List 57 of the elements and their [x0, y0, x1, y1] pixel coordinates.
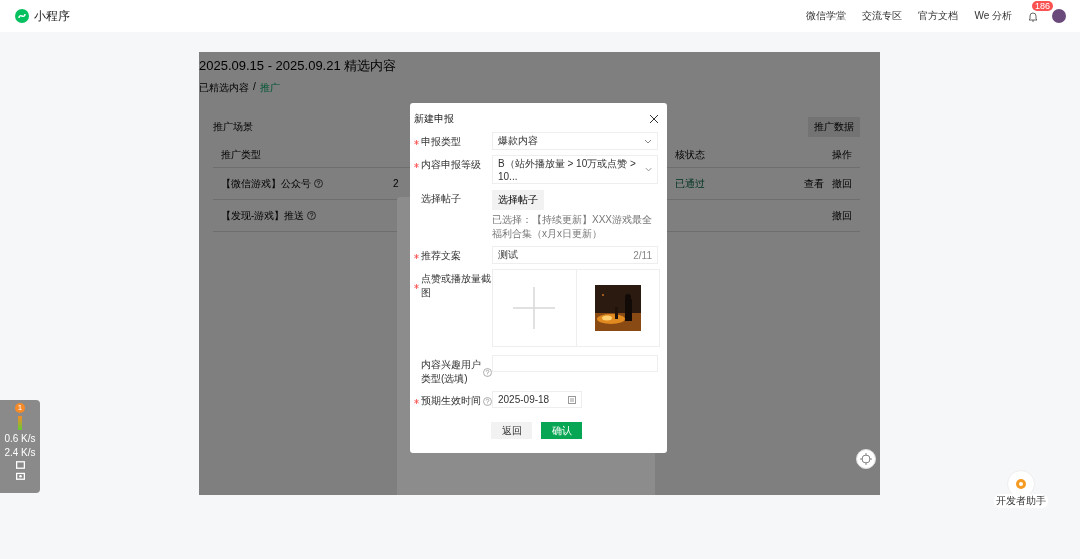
- nav-link[interactable]: We 分析: [974, 9, 1012, 23]
- image-icon[interactable]: [15, 461, 25, 469]
- logo-icon: [15, 9, 29, 23]
- dialog-title: 新建申报: [414, 112, 454, 126]
- calendar-icon: [568, 395, 576, 404]
- selected-hint: 已选择：【持续更新】XXX游戏最全福利合集（x月x日更新）: [492, 213, 653, 241]
- field-label: 内容申报等级: [421, 158, 481, 172]
- assistant-label: 开发者助手: [994, 494, 1048, 508]
- field-label: 点赞或播放量截图: [421, 272, 492, 300]
- field-label: 内容兴趣用户类型(选填): [421, 358, 481, 386]
- action-link[interactable]: 撤回: [832, 209, 852, 221]
- alert-badge: 1: [15, 403, 25, 413]
- column-header: 核状态: [675, 148, 706, 162]
- status-text: 已通过: [675, 177, 705, 189]
- notification-badge: 186: [1032, 0, 1054, 11]
- column-header: 操作: [831, 148, 853, 162]
- help-icon[interactable]: [483, 396, 492, 406]
- help-icon[interactable]: [314, 179, 323, 188]
- logo-text: 小程序: [34, 7, 70, 25]
- field-label: 选择帖子: [421, 192, 461, 206]
- data-button[interactable]: 推广数据: [808, 117, 860, 137]
- field-label: 申报类型: [421, 135, 461, 149]
- nav-link[interactable]: 官方文档: [918, 9, 959, 23]
- page-title: 2025.09.15 - 2025.09.21 精选内容: [199, 57, 398, 75]
- chevron-down-icon: [644, 138, 652, 144]
- table-cell: 【微信游戏】公众号: [221, 176, 311, 191]
- nav-link[interactable]: 交流专区: [862, 9, 903, 23]
- speed-reading: 0.6 K/s: [4, 433, 36, 444]
- table-cell: 2: [393, 178, 399, 189]
- nav-link[interactable]: 微信学堂: [806, 9, 847, 23]
- select-post-button[interactable]: 选择帖子: [492, 190, 544, 210]
- crosshair-icon: [860, 453, 872, 465]
- chevron-down-icon: [644, 167, 652, 172]
- text-field[interactable]: [492, 355, 658, 372]
- column-header: 推广类型: [220, 148, 262, 162]
- field-label: 预期生效时间: [421, 394, 481, 408]
- table-cell: 【发现-游戏】推送: [221, 208, 305, 223]
- camera-icon[interactable]: [15, 472, 25, 480]
- speed-reading: 2.4 K/s: [4, 447, 36, 458]
- action-link[interactable]: 查看: [804, 177, 824, 189]
- action-link[interactable]: 撤回: [832, 177, 852, 189]
- card-title: 推广场景: [213, 120, 253, 134]
- field-label: 推荐文案: [421, 249, 461, 263]
- gauge-icon: [18, 416, 22, 430]
- date-field[interactable]: 2025-09-18: [492, 391, 582, 408]
- select-field[interactable]: 爆款内容: [492, 132, 658, 150]
- select-field[interactable]: B（站外播放量 > 10万或点赞 > 10...: [492, 155, 658, 184]
- assistant-icon: [1015, 478, 1027, 490]
- back-button[interactable]: 返回: [491, 422, 532, 439]
- bell-icon[interactable]: [1028, 10, 1038, 22]
- text-field[interactable]: 测试 2/11: [492, 246, 658, 264]
- close-icon[interactable]: [649, 114, 659, 124]
- breadcrumb-separator: /: [253, 81, 256, 94]
- help-icon[interactable]: [483, 367, 492, 377]
- avatar[interactable]: [1052, 9, 1066, 23]
- help-icon[interactable]: [307, 211, 317, 220]
- breadcrumb-link[interactable]: 已精选内容: [199, 81, 249, 95]
